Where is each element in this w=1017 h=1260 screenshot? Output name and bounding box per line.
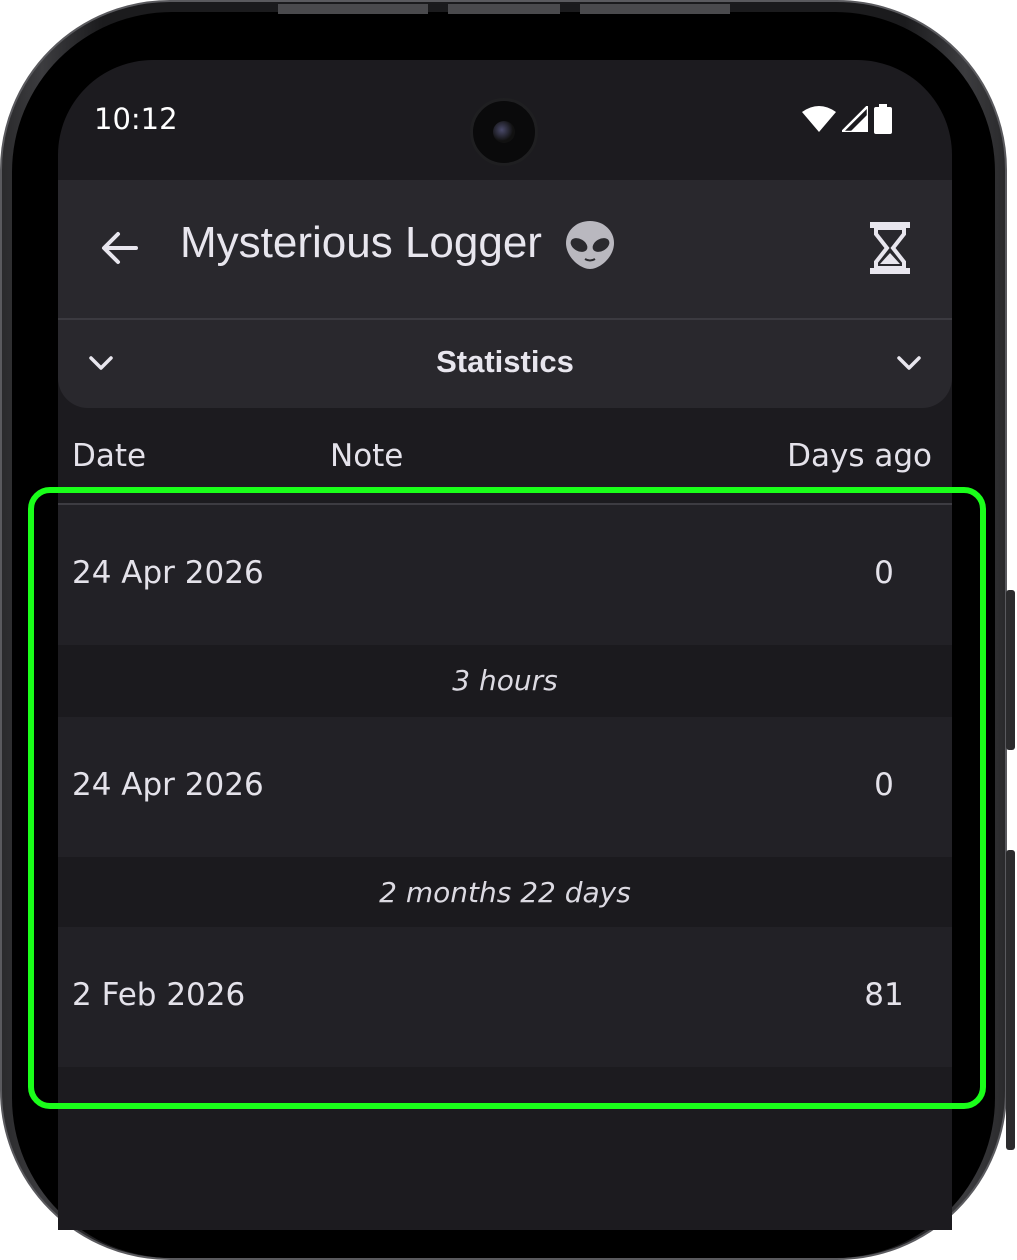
row-date: 24 Apr 2026 [72,767,264,803]
frame-line [580,4,730,14]
hourglass-icon[interactable] [866,220,914,276]
page-title: Mysterious Logger [180,218,616,271]
volume-button [1006,590,1015,750]
alien-icon [566,221,615,270]
table-row[interactable]: 24 Apr 2026 0 [58,717,952,857]
row-days-ago: 0 [874,767,894,803]
table-header: Date Note Days ago [58,438,952,484]
status-bar: 10:12 [58,60,952,180]
table-row[interactable]: 2 Feb 2026 81 [58,927,952,1067]
signal-icon [842,106,868,132]
power-button [1006,850,1015,1150]
row-days-ago: 81 [864,977,904,1013]
column-header-days-ago: Days ago [787,438,932,474]
statistics-toggle[interactable]: Statistics [58,318,952,408]
column-header-date: Date [72,438,147,474]
battery-icon [874,104,892,134]
table-row[interactable]: 24 Apr 2026 0 [58,505,952,645]
row-date: 24 Apr 2026 [72,555,264,591]
interval-label: 3 hours [58,645,952,717]
statistics-label: Statistics [436,344,574,379]
row-days-ago: 0 [874,555,894,591]
status-icons [802,104,892,134]
page-title-text: Mysterious Logger [180,218,542,267]
frame-line [448,4,560,14]
frame-line [278,4,428,14]
front-camera [470,98,538,166]
back-arrow-icon[interactable] [96,224,144,272]
screen: 10:12 Mysterious Logger Statistics Date … [58,60,952,1230]
column-header-note: Note [330,438,404,474]
app-bar: Mysterious Logger [58,180,952,318]
wifi-icon [802,106,836,132]
status-time: 10:12 [94,102,178,136]
chevron-down-icon [897,356,921,370]
interval-label: 2 months 22 days [58,857,952,929]
row-date: 2 Feb 2026 [72,977,246,1013]
